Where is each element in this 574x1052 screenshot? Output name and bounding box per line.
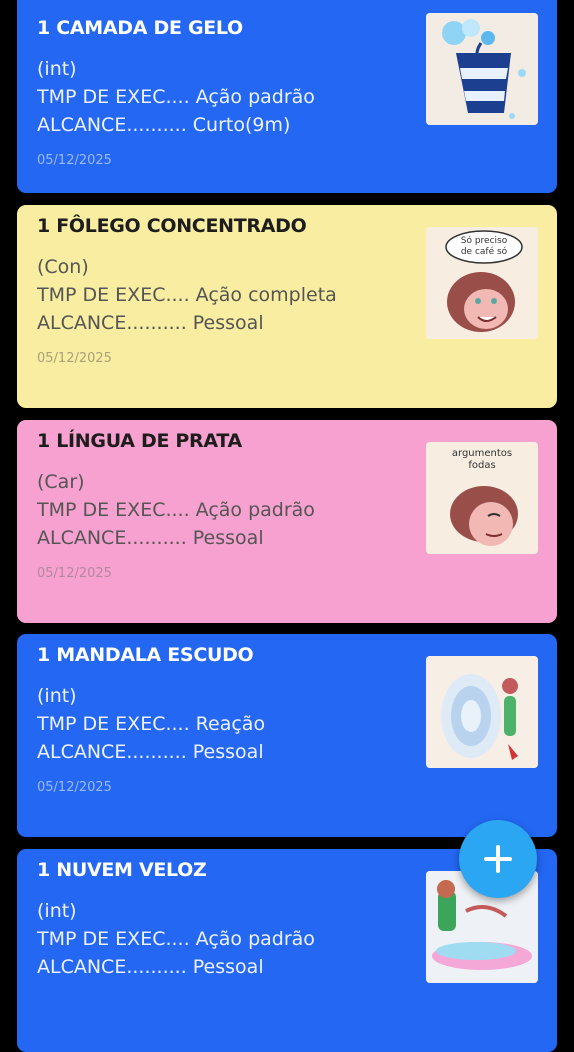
exec-label: TMP DE EXEC.... (37, 86, 190, 108)
range-value: Pessoal (192, 956, 264, 978)
card-exec-line: TMP DE EXEC.... Reação (37, 710, 265, 738)
exec-value: Ação padrão (195, 499, 315, 521)
range-value: Pessoal (192, 741, 264, 763)
card-exec-line: TMP DE EXEC.... Ação padrão (37, 496, 315, 524)
ability-card[interactable]: 1 CAMADA DE GELO (int) TMP DE EXEC.... A… (17, 0, 557, 193)
card-title: 1 CAMADA DE GELO (37, 17, 243, 39)
card-title: 1 FÔLEGO CONCENTRADO (37, 215, 307, 237)
card-range-line: ALCANCE.......... Pessoal (37, 524, 315, 552)
range-label: ALCANCE.......... (37, 312, 187, 334)
ability-card[interactable]: 1 FÔLEGO CONCENTRADO (Con) TMP DE EXEC..… (17, 205, 557, 408)
exec-value: Ação completa (195, 284, 337, 306)
card-attribute: (Car) (37, 471, 85, 493)
card-thumbnail-ice-image[interactable] (426, 13, 538, 125)
range-label: ALCANCE.......... (37, 527, 187, 549)
card-attribute: (int) (37, 685, 77, 707)
card-details: (int) TMP DE EXEC.... Ação padrão ALCANC… (37, 55, 315, 139)
range-label: ALCANCE.......... (37, 741, 187, 763)
card-range-line: ALCANCE.......... Pessoal (37, 738, 265, 766)
card-range-line: ALCANCE.......... Pessoal (37, 309, 337, 337)
range-label: ALCANCE.......... (37, 114, 187, 136)
card-range-line: ALCANCE.......... Pessoal (37, 953, 315, 981)
exec-value: Ação padrão (195, 86, 315, 108)
exec-label: TMP DE EXEC.... (37, 284, 190, 306)
card-attribute: (Con) (37, 256, 89, 278)
card-range-line: ALCANCE.......... Curto(9m) (37, 111, 315, 139)
card-date: 05/12/2025 (37, 566, 112, 581)
card-attribute: (int) (37, 900, 77, 922)
card-title: 1 MANDALA ESCUDO (37, 644, 254, 666)
exec-value: Reação (195, 713, 266, 735)
plus-icon (484, 845, 512, 873)
range-label: ALCANCE.......... (37, 956, 187, 978)
card-date: 05/12/2025 (37, 351, 112, 366)
card-exec-line: TMP DE EXEC.... Ação completa (37, 281, 337, 309)
exec-label: TMP DE EXEC.... (37, 499, 190, 521)
card-title: 1 NUVEM VELOZ (37, 859, 207, 881)
card-exec-line: TMP DE EXEC.... Ação padrão (37, 925, 315, 953)
card-thumbnail-shield-image[interactable] (426, 656, 538, 768)
svg-text:Só preciso: Só preciso (461, 235, 508, 246)
svg-text:argumentos: argumentos (452, 448, 512, 459)
card-thumbnail-character-image[interactable]: argumentos fodas (426, 442, 538, 554)
svg-text:de café só: de café só (461, 246, 508, 257)
exec-label: TMP DE EXEC.... (37, 713, 190, 735)
svg-text:fodas: fodas (468, 460, 495, 471)
card-details: (Car) TMP DE EXEC.... Ação padrão ALCANC… (37, 468, 315, 552)
card-details: (int) TMP DE EXEC.... Reação ALCANCE....… (37, 682, 265, 766)
card-attribute: (int) (37, 58, 77, 80)
card-details: (Con) TMP DE EXEC.... Ação completa ALCA… (37, 253, 337, 337)
card-date: 05/12/2025 (37, 780, 112, 795)
range-value: Pessoal (192, 527, 264, 549)
exec-label: TMP DE EXEC.... (37, 928, 190, 950)
add-button[interactable] (459, 820, 537, 898)
exec-value: Ação padrão (195, 928, 315, 950)
card-title: 1 LÍNGUA DE PRATA (37, 430, 242, 452)
range-value: Curto(9m) (192, 114, 291, 136)
card-details: (int) TMP DE EXEC.... Ação padrão ALCANC… (37, 897, 315, 981)
card-thumbnail-character-image[interactable]: Só preciso de café só (426, 227, 538, 339)
range-value: Pessoal (192, 312, 264, 334)
card-exec-line: TMP DE EXEC.... Ação padrão (37, 83, 315, 111)
ability-card[interactable]: 1 LÍNGUA DE PRATA (Car) TMP DE EXEC.... … (17, 420, 557, 623)
card-date: 05/12/2025 (37, 153, 112, 168)
ability-card[interactable]: 1 MANDALA ESCUDO (int) TMP DE EXEC.... R… (17, 634, 557, 837)
